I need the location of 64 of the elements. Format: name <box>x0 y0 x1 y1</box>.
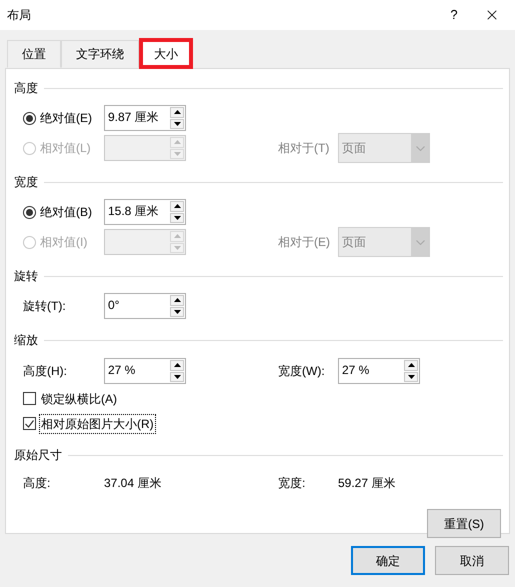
spin-down-button[interactable] <box>170 118 184 129</box>
spin-down-button[interactable] <box>404 372 418 382</box>
check-icon <box>25 420 34 428</box>
spin-up-button[interactable] <box>170 201 184 212</box>
field-value: 59.27 厘米 <box>338 475 396 492</box>
triangle-down-icon <box>174 216 180 220</box>
radio-label: 相对值(I) <box>40 234 88 251</box>
field-label: 旋转(T): <box>23 298 67 315</box>
triangle-up-icon <box>174 140 180 144</box>
chevron-down-icon <box>416 146 424 150</box>
section-title: 旋转 <box>14 268 38 285</box>
field-label: 高度(H): <box>23 363 68 380</box>
triangle-up-icon <box>174 363 180 368</box>
help-button[interactable]: ? <box>439 0 469 30</box>
spin-field[interactable]: 27 % <box>338 358 420 384</box>
spin-up-button[interactable] <box>404 360 418 370</box>
triangle-down-icon <box>408 374 414 379</box>
checkbox-label: 锁定纵横比(A) <box>40 390 118 408</box>
radio-label: 绝对值(B) <box>40 204 92 221</box>
section-title: 高度 <box>14 80 38 97</box>
tab[interactable]: 文字环绕 <box>61 40 139 68</box>
tab[interactable]: 大小 <box>139 38 193 69</box>
field-label: 宽度(W): <box>278 363 326 380</box>
radio-button[interactable] <box>23 112 36 124</box>
spin-field[interactable]: 15.8 厘米 <box>104 199 186 225</box>
dialog-button[interactable]: 取消 <box>435 546 509 575</box>
triangle-up-icon <box>174 298 180 302</box>
spin-up-button[interactable] <box>170 360 184 370</box>
triangle-up-icon <box>174 110 180 114</box>
triangle-down-icon <box>174 152 180 156</box>
checkbox-label: 相对原始图片大小(R) <box>39 414 156 434</box>
spin-up-button[interactable] <box>170 295 184 306</box>
radio-label: 相对值(L) <box>40 140 91 157</box>
checkbox[interactable] <box>23 417 36 430</box>
reset-button[interactable]: 重置(S) <box>427 509 501 538</box>
section-title: 缩放 <box>14 332 38 349</box>
triangle-up-icon <box>408 363 414 368</box>
relative-to-label: 相对于(T) <box>278 140 330 157</box>
tab[interactable]: 位置 <box>7 40 61 68</box>
spin-down-button[interactable] <box>170 212 184 223</box>
radio-label: 绝对值(E) <box>40 110 92 127</box>
triangle-up-icon <box>174 204 180 208</box>
radio-button[interactable] <box>23 206 36 218</box>
checkbox[interactable] <box>23 392 36 405</box>
triangle-down-icon <box>174 122 180 126</box>
field-label: 宽度: <box>278 475 306 492</box>
window-title: 布局 <box>7 7 32 24</box>
spin-field[interactable]: 27 % <box>104 358 186 384</box>
triangle-down-icon <box>174 374 180 379</box>
spin-up-button[interactable] <box>170 107 184 118</box>
relative-to-label: 相对于(E) <box>278 234 331 251</box>
section-title: 原始尺寸 <box>14 447 62 464</box>
triangle-up-icon <box>174 234 180 238</box>
spin-field[interactable]: 9.87 厘米 <box>104 105 186 131</box>
field-value: 37.04 厘米 <box>104 475 162 492</box>
section-title: 宽度 <box>14 174 38 191</box>
dialog-button[interactable]: 确定 <box>351 546 425 575</box>
spin-field[interactable]: 0° <box>104 293 186 319</box>
spin-down-button[interactable] <box>170 306 184 317</box>
chevron-down-icon <box>416 240 424 244</box>
triangle-down-icon <box>174 310 180 314</box>
field-label: 高度: <box>23 475 52 492</box>
spin-down-button[interactable] <box>170 372 184 382</box>
triangle-down-icon <box>174 246 180 250</box>
